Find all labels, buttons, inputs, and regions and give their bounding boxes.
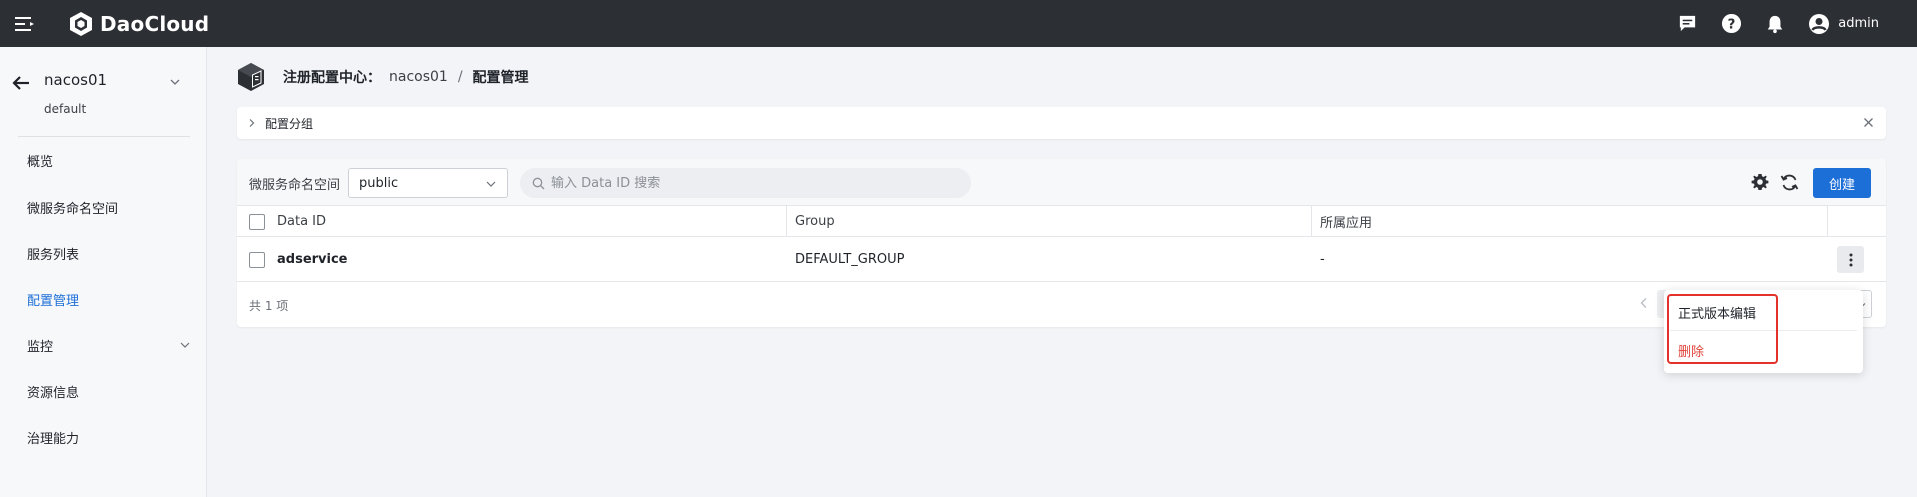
- sidebar-item-monitoring[interactable]: 监控: [0, 329, 207, 361]
- column-divider: [1311, 206, 1312, 237]
- sidebar-item-label: 概览: [27, 154, 54, 170]
- breadcrumb: 注册配置中心： nacos01 / 配置管理: [237, 62, 529, 92]
- total-count: 共 1 项: [249, 299, 289, 313]
- breadcrumb-separator: /: [457, 69, 463, 85]
- more-vertical-icon: [1849, 253, 1852, 266]
- user-menu[interactable]: admin: [1808, 13, 1879, 35]
- config-group-bar[interactable]: 配置分组: [237, 107, 1886, 139]
- cell-data-id[interactable]: adservice: [277, 237, 348, 282]
- brand-name: DaoCloud: [100, 11, 210, 36]
- column-divider: [786, 206, 787, 237]
- brand-logo[interactable]: DaoCloud: [68, 11, 209, 37]
- page-title: 注册配置中心：: [283, 70, 381, 86]
- close-icon[interactable]: [1863, 117, 1874, 128]
- cell-group: DEFAULT_GROUP: [795, 252, 905, 267]
- search-icon: [532, 177, 545, 189]
- sidebar-item-resources[interactable]: 资源信息: [0, 375, 207, 407]
- column-header-app[interactable]: 所属应用: [1320, 206, 1372, 237]
- table-footer: 共 1 项: [237, 282, 1886, 327]
- menu-item-edit-release[interactable]: 正式版本编辑: [1664, 294, 1863, 330]
- config-list-panel: 微服务命名空间 public 创建 Data ID: [237, 159, 1886, 327]
- column-header-data-id[interactable]: Data ID: [277, 206, 326, 237]
- row-checkbox[interactable]: [249, 251, 265, 268]
- list-toolbar: 微服务命名空间 public 创建: [237, 159, 1886, 206]
- namespace-subtitle: default: [44, 102, 87, 116]
- chevron-right-icon[interactable]: [247, 118, 257, 128]
- sidebar-item-label: 服务列表: [27, 247, 80, 263]
- breadcrumb-current: 配置管理: [472, 70, 529, 86]
- top-bar: DaoCloud ? admin: [0, 0, 1917, 47]
- registry-cube-icon: [238, 63, 264, 91]
- row-actions-menu: 正式版本编辑 删除: [1664, 290, 1863, 373]
- sidebar-item-config-management[interactable]: 配置管理: [0, 283, 207, 315]
- cell-app: -: [1320, 252, 1325, 267]
- namespace-filter-label: 微服务命名空间: [249, 178, 341, 193]
- back-arrow-icon[interactable]: [12, 75, 30, 91]
- table-row: adservice DEFAULT_GROUP -: [237, 237, 1886, 282]
- namespace-name[interactable]: nacos01: [44, 71, 107, 89]
- notification-bell-icon[interactable]: [1764, 13, 1786, 35]
- sidebar-divider: [18, 136, 190, 137]
- sidebar-item-namespaces[interactable]: 微服务命名空间: [0, 191, 207, 223]
- search-input[interactable]: [551, 175, 951, 191]
- daocloud-logo-icon: [70, 11, 92, 36]
- sidebar-item-label: 资源信息: [27, 385, 80, 401]
- row-more-actions-button[interactable]: [1837, 246, 1864, 273]
- menu-item-delete[interactable]: 删除: [1664, 332, 1863, 368]
- breadcrumb-instance-link[interactable]: nacos01: [389, 69, 448, 85]
- gear-icon[interactable]: [1751, 173, 1769, 191]
- create-button[interactable]: 创建: [1813, 168, 1871, 198]
- select-all-cell: [249, 206, 265, 237]
- search-box: [520, 168, 971, 198]
- namespace-select[interactable]: public: [348, 168, 508, 198]
- refresh-icon[interactable]: [1780, 173, 1799, 192]
- chevron-down-icon: [486, 181, 496, 187]
- sidebar: nacos01 default 概览 微服务命名空间 服务列表 配置管理 监控 …: [0, 47, 207, 497]
- chevron-down-icon[interactable]: [168, 75, 182, 89]
- message-icon[interactable]: [1676, 13, 1698, 35]
- row-checkbox-cell: [249, 237, 265, 282]
- config-group-label: 配置分组: [265, 116, 314, 131]
- svg-text:?: ?: [1727, 17, 1735, 32]
- column-divider: [1827, 206, 1828, 237]
- table-header: Data ID Group 所属应用: [237, 206, 1886, 237]
- hamburger-menu-icon[interactable]: [0, 0, 50, 47]
- chevron-left-icon[interactable]: [1637, 296, 1651, 310]
- menu-divider: [1670, 330, 1857, 331]
- sidebar-item-overview[interactable]: 概览: [0, 144, 207, 176]
- sidebar-item-label: 微服务命名空间: [27, 201, 119, 217]
- help-icon[interactable]: ?: [1720, 13, 1742, 35]
- sidebar-item-label: 治理能力: [27, 431, 80, 447]
- column-header-group[interactable]: Group: [795, 206, 835, 237]
- username: admin: [1838, 16, 1879, 31]
- select-all-checkbox[interactable]: [249, 213, 265, 230]
- namespace-header: nacos01 default: [0, 47, 207, 135]
- namespace-select-value: public: [359, 175, 399, 191]
- main-content: 注册配置中心： nacos01 / 配置管理 配置分组 微服务命名空间 publ…: [207, 47, 1917, 497]
- sidebar-item-services[interactable]: 服务列表: [0, 237, 207, 269]
- user-avatar-icon: [1809, 13, 1830, 34]
- chevron-down-icon: [180, 342, 190, 348]
- sidebar-item-governance[interactable]: 治理能力: [0, 421, 207, 453]
- sidebar-item-label: 监控: [27, 339, 54, 355]
- sidebar-item-label: 配置管理: [27, 293, 80, 309]
